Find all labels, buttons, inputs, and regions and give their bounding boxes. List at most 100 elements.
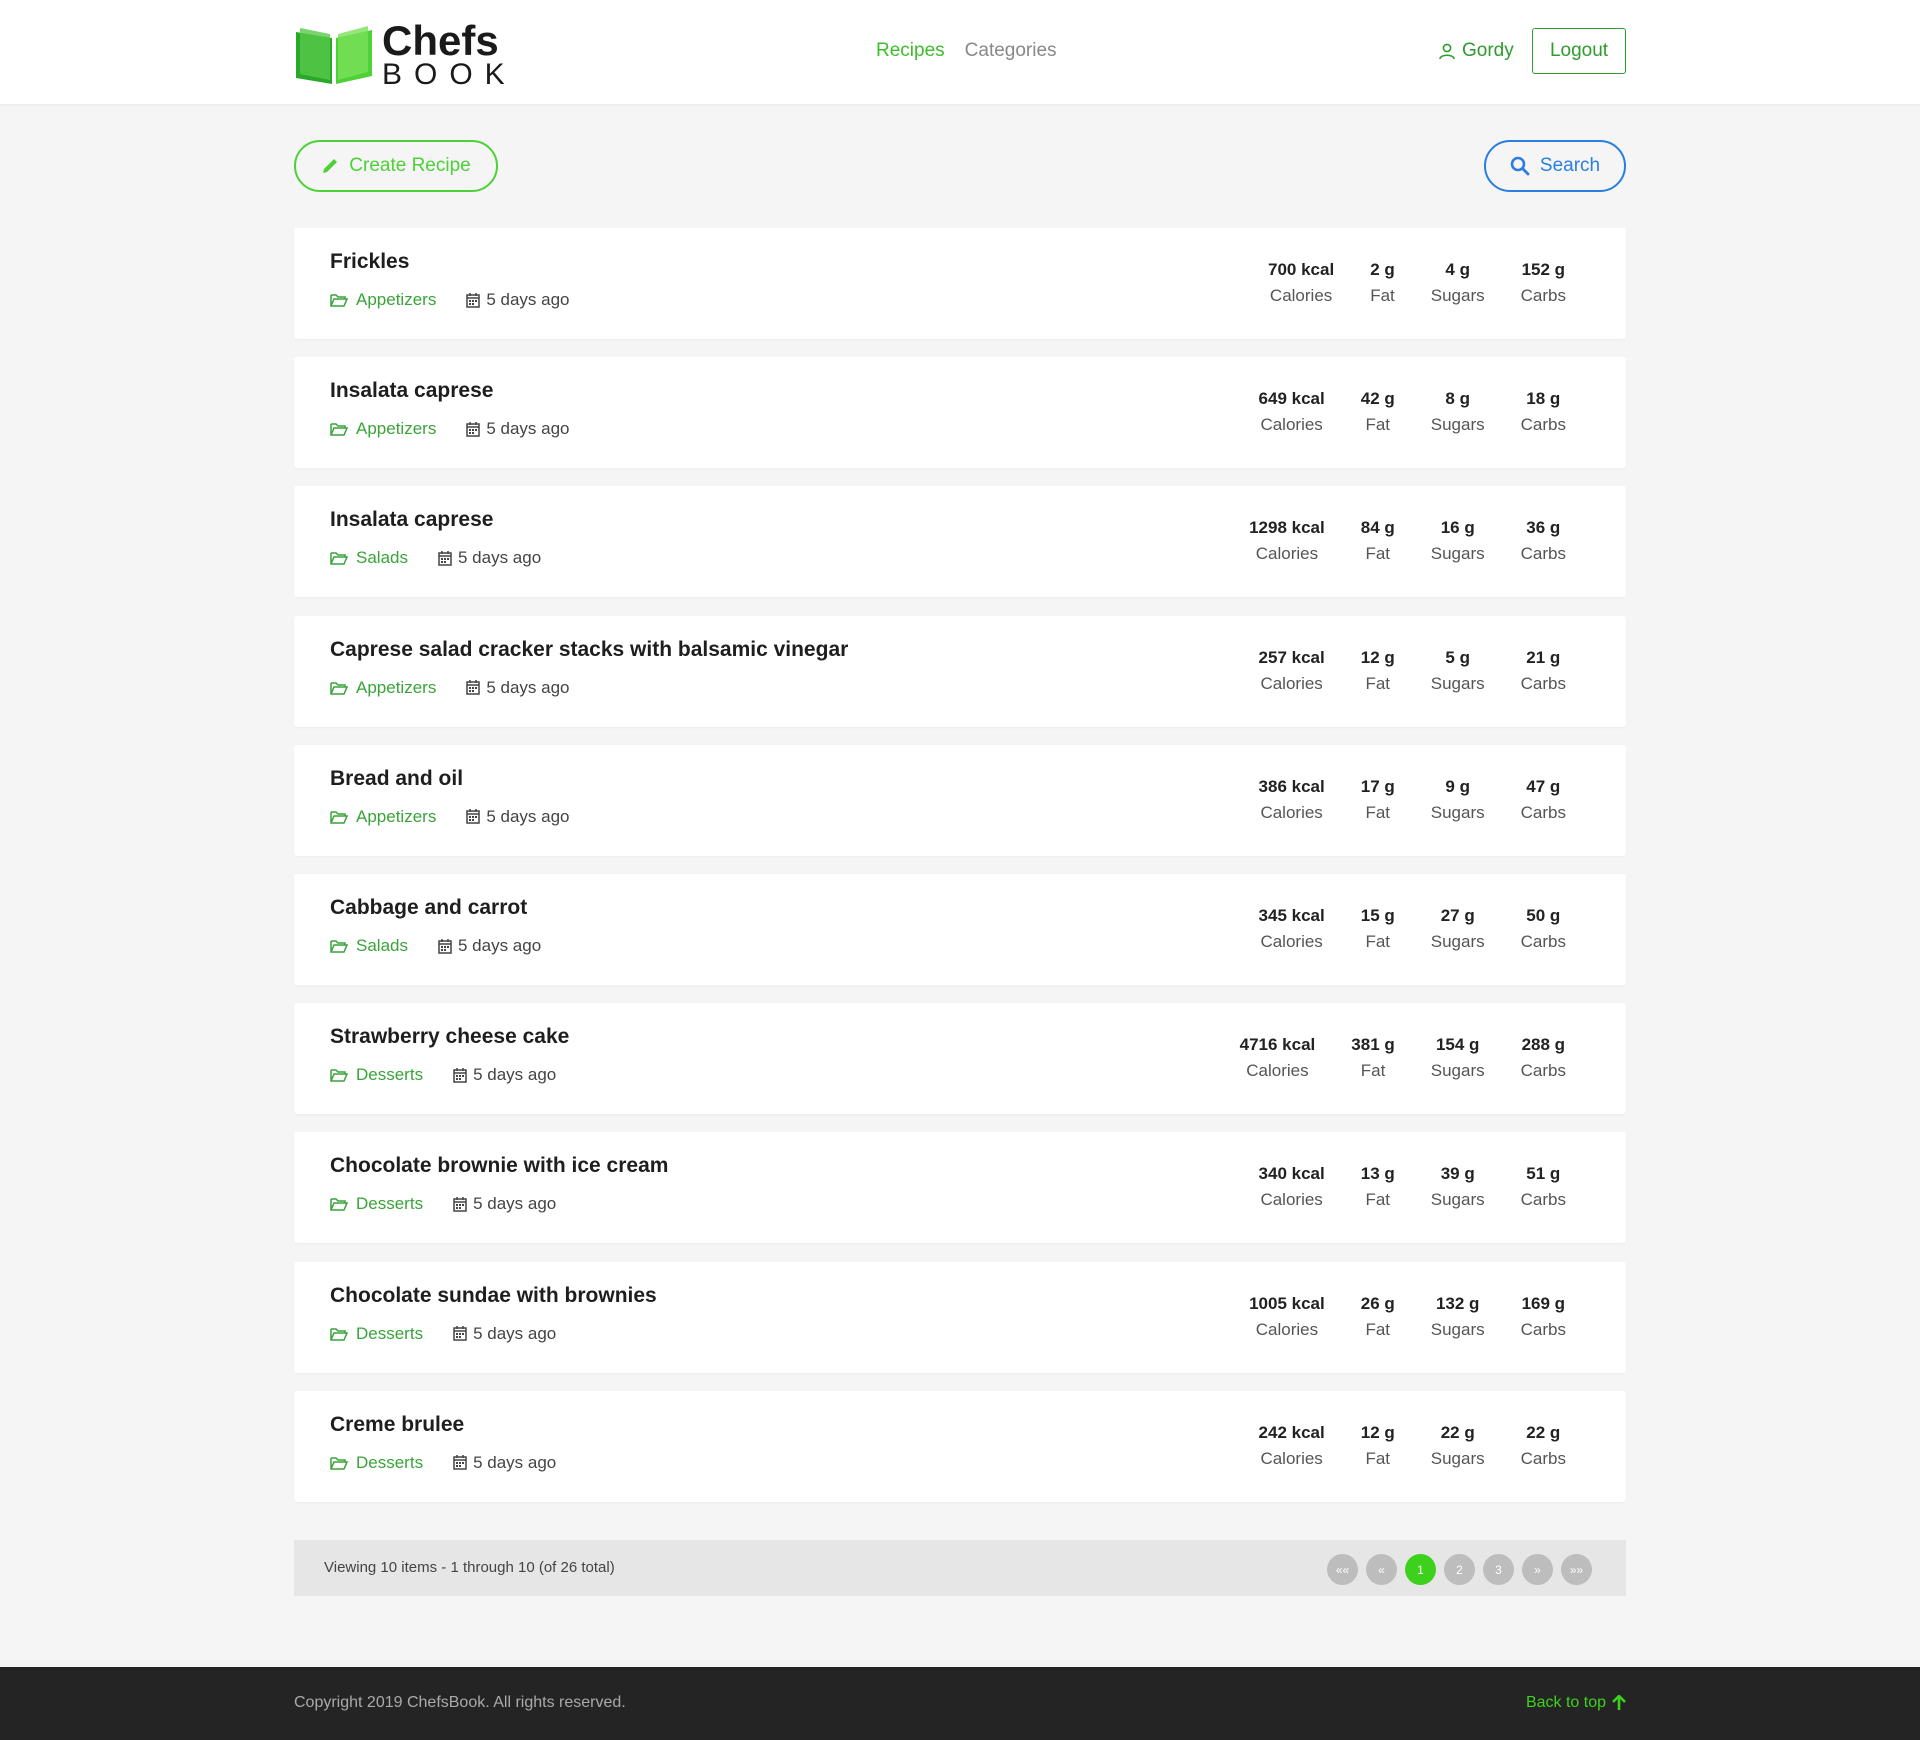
logout-button[interactable]: Logout (1532, 28, 1626, 74)
page-button[interactable]: «« (1327, 1554, 1358, 1585)
recipe-title[interactable]: Insalata caprese (330, 508, 493, 532)
recipe-title[interactable]: Strawberry cheese cake (330, 1025, 569, 1049)
stat-label: Carbs (1520, 932, 1566, 951)
stat-label: Calories (1246, 1061, 1309, 1081)
recipe-title[interactable]: Insalata caprese (330, 379, 493, 403)
recipe-title[interactable]: Chocolate brownie with ice cream (330, 1154, 668, 1178)
nav-categories[interactable]: Categories (965, 40, 1057, 62)
recipe-title[interactable]: Cabbage and carrot (330, 896, 527, 920)
recipe-category[interactable]: Salads (330, 936, 408, 956)
recipe-stats: 700 kcal Calories 2 g Fat 4 g Sugars 152 g Carb… (1232, 260, 1566, 306)
stat-calories: 1005 kcal Calories (1249, 1294, 1325, 1340)
folder-icon (330, 552, 348, 566)
recipe-card[interactable]: Chocolate brownie with ice cream Desserts… (294, 1132, 1626, 1244)
recipe-date: 5 days ago (466, 290, 570, 310)
recipe-category[interactable]: Appetizers (330, 419, 436, 439)
recipe-meta: Desserts 5 days ago (330, 1194, 556, 1214)
stat-carbs: 169 g Carbs (1521, 1294, 1566, 1340)
recipe-category[interactable]: Desserts (330, 1065, 423, 1085)
stat-label: Calories (1260, 802, 1323, 822)
search-icon (1510, 156, 1530, 176)
recipe-card[interactable]: Creme brulee Desserts 5 days ago 242 kcal Ca… (294, 1390, 1626, 1502)
recipe-category[interactable]: Appetizers (330, 290, 436, 310)
recipe-card[interactable]: Cabbage and carrot Salads 5 days ago 345 kc… (294, 874, 1626, 985)
recipe-title[interactable]: Creme brulee (330, 1413, 464, 1437)
recipe-stats: 242 kcal Calories 12 g Fat 22 g Sugars 22 g Car… (1223, 1423, 1566, 1469)
folder-icon (330, 1457, 348, 1470)
recipe-category[interactable]: Salads (330, 548, 408, 568)
recipe-card[interactable]: Strawberry cheese cake Desserts 5 days ago… (294, 1003, 1626, 1115)
pencil-icon (323, 159, 338, 173)
user-menu[interactable]: Gordy (1438, 40, 1514, 62)
recipe-category[interactable]: Appetizers (330, 807, 436, 827)
nav-recipes[interactable]: Recipes (876, 40, 945, 62)
stat-label: Sugars (1430, 673, 1485, 693)
stat-label: Fat (1365, 1448, 1391, 1468)
recipe-card[interactable]: Bread and oil Appetizers 5 days ago 386 kca… (294, 744, 1626, 856)
brand-line1: Chefs (382, 17, 499, 64)
folder-icon (330, 811, 348, 824)
recipe-card[interactable]: Insalata caprese Appetizers 5 days ago 649 … (294, 357, 1626, 469)
recipe-category[interactable]: Appetizers (330, 678, 436, 698)
create-recipe-button[interactable]: Create Recipe (294, 140, 498, 192)
stat-label: Sugars (1430, 544, 1485, 564)
calendar-icon (466, 809, 481, 825)
user-name: Gordy (1462, 40, 1514, 61)
stat-label: Calories (1260, 932, 1323, 951)
recipe-date: 5 days ago (466, 419, 570, 439)
recipe-date: 5 days ago (453, 1324, 556, 1344)
brand-logo[interactable]: Chefs BOOK (294, 20, 517, 90)
recipe-meta: Salads 5 days ago (330, 548, 541, 568)
recipe-card[interactable]: Caprese salad cracker stacks with balsam… (294, 615, 1626, 727)
recipe-category[interactable]: Desserts (330, 1324, 423, 1344)
stat-value: 36 g (1526, 518, 1561, 538)
stat-calories: 649 kcal Calories (1259, 389, 1325, 435)
page-button[interactable]: 2 (1444, 1554, 1475, 1585)
stat-value: 47 g (1526, 776, 1561, 796)
stat-value: 42 g (1360, 389, 1395, 409)
calendar-icon (466, 680, 481, 695)
page-button[interactable]: 3 (1483, 1554, 1514, 1585)
stat-value: 340 kcal (1258, 1164, 1325, 1184)
folder-icon (330, 681, 348, 695)
recipe-meta: Appetizers 5 days ago (330, 419, 570, 439)
page-button[interactable]: « (1366, 1554, 1397, 1585)
recipe-title[interactable]: Frickles (330, 250, 409, 274)
page-button[interactable]: 1 (1405, 1554, 1436, 1585)
stat-fat: 42 g Fat (1361, 389, 1395, 435)
stat-sugars: 16 g Sugars (1431, 518, 1485, 564)
recipe-card[interactable]: Insalata caprese Salads 5 days ago 1298 kca… (294, 486, 1626, 598)
calendar-icon (438, 550, 452, 566)
recipe-date: 5 days ago (453, 1194, 556, 1214)
recipe-card[interactable]: Frickles Appetizers 5 days ago 700 kcal Calo… (294, 228, 1626, 339)
create-recipe-label: Create Recipe (349, 155, 471, 176)
date-label: 5 days ago (486, 677, 570, 697)
stat-label: Calories (1260, 673, 1323, 693)
recipe-stats: 386 kcal Calories 17 g Fat 9 g Sugars 47 g Carb… (1223, 777, 1566, 823)
stat-label: Sugars (1430, 1190, 1485, 1210)
recipe-title[interactable]: Bread and oil (330, 767, 463, 791)
search-button[interactable]: Search (1484, 140, 1626, 192)
recipe-meta: Salads 5 days ago (330, 936, 541, 956)
stat-value: 345 kcal (1258, 906, 1325, 925)
recipe-title[interactable]: Caprese salad cracker stacks with balsam… (330, 638, 848, 662)
recipe-card[interactable]: Chocolate sundae with brownies Desserts 5 … (294, 1261, 1626, 1373)
stat-fat: 15 g Fat (1361, 906, 1395, 952)
page-button[interactable]: »» (1561, 1554, 1592, 1585)
back-to-top-link[interactable]: Back to top (1526, 1694, 1626, 1712)
folder-icon (330, 1327, 348, 1341)
stat-label: Sugars (1430, 802, 1485, 822)
stat-value: 8 g (1445, 389, 1470, 409)
date-label: 5 days ago (473, 1323, 557, 1343)
category-label: Appetizers (356, 419, 437, 439)
stat-fat: 84 g Fat (1361, 518, 1395, 564)
date-label: 5 days ago (473, 1194, 557, 1214)
stat-carbs: 288 g Carbs (1521, 1035, 1566, 1081)
recipe-category[interactable]: Desserts (330, 1194, 423, 1214)
stat-label: Fat (1365, 673, 1391, 693)
stat-value: 22 g (1440, 1422, 1475, 1442)
recipe-stats: 1298 kcal Calories 84 g Fat 16 g Sugars 36 g Ca… (1213, 518, 1566, 564)
page-button[interactable]: » (1522, 1554, 1553, 1585)
recipe-category[interactable]: Desserts (330, 1453, 423, 1473)
recipe-title[interactable]: Chocolate sundae with brownies (330, 1284, 657, 1308)
